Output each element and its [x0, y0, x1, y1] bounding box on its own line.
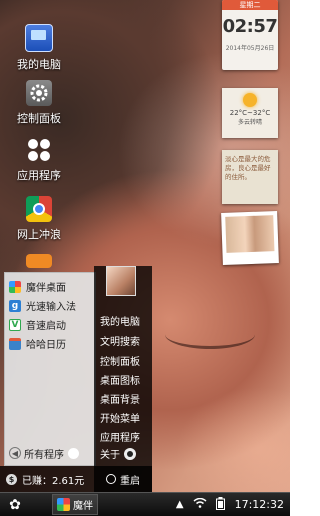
wallpaper-eye — [165, 320, 255, 349]
apps-grid-icon — [26, 137, 52, 163]
menu-item-mobang-desktop[interactable]: 魔伴桌面 — [5, 277, 95, 296]
note-widget[interactable]: 淡心是最大的危房，良心是最好的住所。 — [222, 150, 278, 204]
chrome-icon — [26, 196, 52, 222]
menu-item-label: 哈哈日历 — [26, 340, 66, 351]
desktop-icon-messages[interactable] — [8, 254, 70, 272]
desktop-icon-my-computer[interactable]: 我的电脑 — [8, 24, 70, 72]
all-programs-button[interactable]: ◀ 所有程序 — [4, 444, 94, 462]
toggle-dot-icon — [68, 447, 79, 459]
computer-icon — [25, 24, 53, 52]
menu-link-start-menu[interactable]: 开始菜单 — [100, 410, 140, 425]
arrow-left-icon: ◀ — [9, 447, 21, 459]
message-icon — [26, 254, 52, 268]
desktop-icon-control-panel[interactable]: 控制面板 — [8, 80, 70, 126]
clover-icon: ✿ — [9, 496, 21, 513]
menu-item-calendar[interactable]: 哈哈日历 — [5, 334, 95, 353]
taskbar: ✿ 魔伴 ▲ 17:12:32 — [0, 492, 290, 516]
photo-image — [225, 215, 275, 253]
earned-amount: 已赚：2.61元 — [22, 475, 85, 487]
menu-link-my-computer[interactable]: 我的电脑 — [100, 313, 140, 328]
about-row[interactable]: 关于 — [100, 446, 136, 461]
desktop-icon-label: 控制面板 — [17, 112, 61, 125]
menu-item-quick-launch[interactable]: V 音速启动 — [5, 315, 95, 334]
weather-desc: 多云转晴 — [237, 119, 262, 126]
battery-icon[interactable] — [215, 496, 225, 513]
menu-link-about: 关于 — [100, 450, 120, 461]
taskbar-app-mobang[interactable]: 魔伴 — [52, 494, 98, 515]
menu-link-applications[interactable]: 应用程序 — [100, 429, 140, 444]
g-icon: g — [9, 299, 21, 312]
start-menu-left-panel: 魔伴桌面 g 光速输入法 V 音速启动 哈哈日历 — [4, 272, 96, 466]
desktop-icon-label: 应用程序 — [17, 169, 61, 182]
calendar-icon — [9, 337, 21, 350]
flower-icon — [57, 498, 70, 511]
desktop-icon-web-browser[interactable]: 网上冲浪 — [8, 196, 70, 242]
clock-time: 02:57 — [222, 16, 278, 37]
menu-link-search[interactable]: 文明搜索 — [100, 333, 140, 348]
flower-icon — [9, 280, 21, 293]
menu-item-label: 光速输入法 — [26, 302, 76, 313]
clock-widget[interactable]: 星期二 02:57 2014年05月26日 — [222, 0, 278, 70]
sun-icon — [243, 93, 257, 107]
taskbar-clock[interactable]: 17:12:32 — [235, 498, 284, 511]
menu-item-label: 魔伴桌面 — [26, 283, 66, 294]
start-button[interactable]: ✿ — [4, 493, 26, 516]
start-menu-footer: $ 已赚：2.61元 重启 — [0, 466, 152, 492]
all-programs-label: 所有程序 — [24, 449, 64, 461]
clock-weekday: 星期二 — [222, 0, 278, 10]
desktop-icon-label: 网上冲浪 — [17, 228, 61, 241]
desktop-icon-label: 我的电脑 — [17, 58, 61, 71]
record-icon — [124, 447, 136, 460]
restart-button[interactable]: 重启 — [106, 472, 140, 487]
gear-icon — [26, 80, 52, 106]
power-icon — [106, 474, 116, 484]
menu-item-input-method[interactable]: g 光速输入法 — [5, 296, 95, 315]
wifi-icon[interactable] — [193, 497, 207, 511]
restart-label: 重启 — [120, 475, 140, 487]
avatar[interactable] — [106, 266, 136, 296]
v-icon: V — [9, 318, 21, 331]
system-tray: ▲ 17:12:32 — [167, 496, 284, 513]
menu-link-desktop-background[interactable]: 桌面背景 — [100, 391, 140, 406]
menu-link-desktop-icons[interactable]: 桌面图标 — [100, 372, 140, 387]
weather-widget[interactable]: 22°C~32°C 多云转晴 — [222, 88, 278, 138]
menu-item-label: 音速启动 — [26, 321, 66, 332]
menu-link-control-panel[interactable]: 控制面板 — [100, 353, 140, 368]
weather-temp: 22°C~32°C — [229, 109, 271, 117]
desktop-icon-applications[interactable]: 应用程序 — [8, 137, 70, 183]
clock-date: 2014年05月26日 — [225, 45, 275, 52]
tray-up-arrow-icon[interactable]: ▲ — [176, 499, 184, 510]
coin-icon: $ — [6, 473, 17, 485]
photo-widget[interactable] — [221, 211, 279, 265]
taskbar-app-label: 魔伴 — [73, 501, 93, 512]
